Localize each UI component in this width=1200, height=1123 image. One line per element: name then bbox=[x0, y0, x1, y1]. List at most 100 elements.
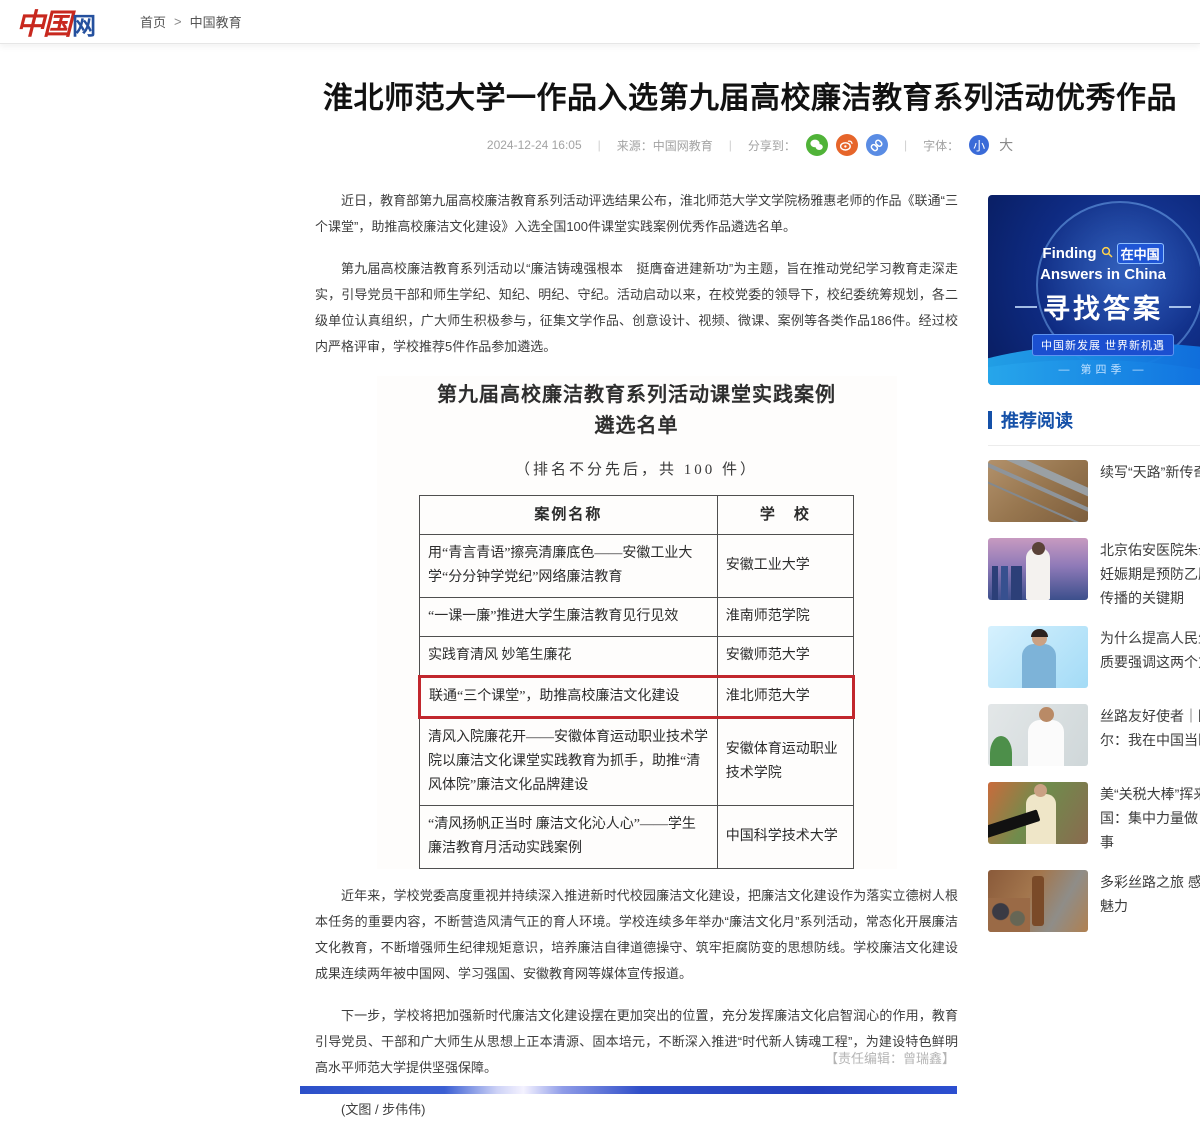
search-icon bbox=[1101, 245, 1113, 262]
school-name: 淮北师范大学 bbox=[717, 677, 853, 718]
logo-cn-text: 中国 bbox=[16, 1, 70, 43]
decor-line bbox=[1015, 306, 1037, 308]
road-graphic bbox=[988, 460, 1088, 502]
table-row: 实践育清风 妙笔生廉花 安徽师范大学 bbox=[420, 637, 854, 677]
person-graphic bbox=[1032, 542, 1045, 555]
table-row: “一课一廉”推进大学生廉洁教育见行见效 淮南师范学院 bbox=[420, 598, 854, 637]
recommend-item[interactable]: 多彩丝路之旅 感受新疆魅力 bbox=[988, 870, 1200, 932]
thumbnail-silkroad-xinjiang bbox=[988, 870, 1088, 932]
col-header-case: 案例名称 bbox=[420, 496, 718, 535]
selection-list-scan-image: 第九届高校廉洁教育系列活动课堂实践案例 遴选名单 （排名不分先后，共 100 件… bbox=[377, 376, 897, 869]
thumbnail-tariff-street bbox=[988, 782, 1088, 844]
meta-divider: | bbox=[898, 138, 913, 152]
decor-line bbox=[1169, 306, 1191, 308]
recommend-item-title: 续写“天路”新传奇 bbox=[1100, 460, 1200, 522]
crowd-graphic bbox=[988, 898, 1030, 932]
font-size-controls: 字体： 小 大 bbox=[923, 135, 1013, 155]
site-header: 中国 网 首页 > 中国教育 bbox=[0, 0, 1200, 44]
scan-title-line2: 遴选名单 bbox=[377, 411, 897, 442]
meta-divider: | bbox=[592, 138, 607, 152]
wechat-share-icon[interactable] bbox=[806, 134, 828, 156]
person-graphic bbox=[1034, 784, 1047, 797]
paragraph: 近日，教育部第九届高校廉洁教育系列活动评选结果公布，淮北师范大学文学院杨雅惠老师… bbox=[315, 188, 958, 240]
paragraph: 近年来，学校党委高度重视并持续深入推进新时代校园廉洁文化建设，把廉洁文化建设作为… bbox=[315, 883, 958, 987]
person-graphic bbox=[1022, 644, 1056, 688]
china-net-logo[interactable]: 中国 网 bbox=[16, 1, 96, 43]
editor-credit: 【责任编辑：曾瑞鑫】 bbox=[315, 1048, 955, 1067]
thumbnail-doctor-clinic bbox=[988, 704, 1088, 766]
sidebar: Finding 在中国 Answers in China 寻找答案 中国新发展 … bbox=[988, 195, 1200, 948]
school-name: 安徽工业大学 bbox=[717, 535, 853, 598]
banner-en-word: Finding bbox=[1042, 245, 1096, 262]
school-name: 安徽师范大学 bbox=[717, 637, 853, 677]
article-meta: 2024-12-24 16:05 | 来源：中国网教育 | 分享到： | 字体：… bbox=[315, 134, 1185, 156]
recommend-item[interactable]: 美“关税大棒”挥来？中国：集中力量做自己的事 bbox=[988, 782, 1200, 854]
divider bbox=[988, 445, 1200, 446]
page-title: 淮北师范大学一作品入选第九届高校廉洁教育系列活动优秀作品 bbox=[315, 80, 1185, 118]
banner-cn-title-text: 寻找答案 bbox=[1043, 287, 1163, 326]
school-name: 安徽体育运动职业技术学院 bbox=[717, 718, 853, 806]
recommend-item[interactable]: 北京佑安医院朱云霞：妊娠期是预防乙肝母婴传播的关键期 bbox=[988, 538, 1200, 610]
paragraph: 第九届高校廉洁教育系列活动以“廉洁铸魂强根本 挺膺奋进建新功”为主题，旨在推动党… bbox=[315, 256, 958, 360]
share-label: 分享到： bbox=[748, 137, 796, 154]
table-row: 用“青言青语”擦亮清廉底色——安徽工业大学“分分钟学党纪”网络廉洁教育 安徽工业… bbox=[420, 535, 854, 598]
selection-table: 案例名称 学 校 用“青言青语”擦亮清廉底色——安徽工业大学“分分钟学党纪”网络… bbox=[418, 495, 855, 869]
breadcrumb-home-link[interactable]: 首页 bbox=[140, 12, 166, 31]
banner-line2: Answers in China bbox=[988, 266, 1200, 283]
school-name: 淮南师范学院 bbox=[717, 598, 853, 637]
recommend-item-title: 为什么提高人民生活品质要强调这两个方面 bbox=[1100, 626, 1200, 688]
recommend-item-title: 北京佑安医院朱云霞：妊娠期是预防乙肝母婴传播的关键期 bbox=[1100, 538, 1200, 610]
banner-season: — 第四季 — bbox=[988, 361, 1200, 377]
thumbnail-tianlu-road bbox=[988, 460, 1088, 522]
font-large-button[interactable]: 大 bbox=[999, 135, 1013, 155]
table-header-row: 案例名称 学 校 bbox=[420, 496, 854, 535]
recommend-item-title: 丝路友好使者｜阿马尔：我在中国当医生 bbox=[1100, 704, 1200, 766]
logo-net-text: 网 bbox=[72, 6, 96, 41]
thumbnail-doctor-cityscape bbox=[988, 538, 1088, 600]
tower-graphic bbox=[1032, 876, 1044, 926]
recommend-item[interactable]: 为什么提高人民生活品质要强调这两个方面 bbox=[988, 626, 1200, 688]
article-body: 近日，教育部第九届高校廉洁教育系列活动评选结果公布，淮北师范大学文学院杨雅惠老师… bbox=[315, 188, 958, 1123]
recommend-item[interactable]: 丝路友好使者｜阿马尔：我在中国当医生 bbox=[988, 704, 1200, 766]
scan-title-line1: 第九届高校廉洁教育系列活动课堂实践案例 bbox=[377, 380, 897, 411]
recommend-title: 推荐阅读 bbox=[1001, 407, 1073, 433]
banner-line1: Finding 在中国 bbox=[988, 243, 1200, 264]
article-header: 淮北师范大学一作品入选第九届高校廉洁教育系列活动优秀作品 2024-12-24 … bbox=[315, 80, 1185, 156]
section-accent-bar bbox=[988, 411, 992, 429]
weibo-share-icon[interactable] bbox=[836, 134, 858, 156]
byline: (文图 / 步伟伟) bbox=[315, 1097, 958, 1123]
case-name: 实践育清风 妙笔生廉花 bbox=[420, 637, 718, 677]
recommend-item-title: 美“关税大棒”挥来？中国：集中力量做自己的事 bbox=[1100, 782, 1200, 854]
banner-cn-chip: 在中国 bbox=[1117, 243, 1164, 264]
person-graphic bbox=[1026, 548, 1050, 600]
table-row: “清风扬帆正当时 廉洁文化沁人心”——学生廉洁教育月活动实践案例 中国科学技术大… bbox=[420, 806, 854, 869]
case-name: 清风入院廉花开——安徽体育运动职业技术学院以廉洁文化课堂实践教育为抓手，助推“清… bbox=[420, 718, 718, 806]
thumbnail-speaker-blue bbox=[988, 626, 1088, 688]
case-name: “一课一廉”推进大学生廉洁教育见行见效 bbox=[420, 598, 718, 637]
highlighted-row: 联通“三个课堂”，助推高校廉洁文化建设 淮北师范大学 bbox=[420, 677, 854, 718]
col-header-school: 学 校 bbox=[717, 496, 853, 535]
city-graphic bbox=[992, 566, 1022, 600]
person-graphic bbox=[1039, 707, 1054, 722]
recommend-section-header: 推荐阅读 bbox=[988, 407, 1200, 433]
share-icon-group bbox=[806, 134, 888, 156]
breadcrumb-separator: > bbox=[174, 14, 182, 29]
plant-graphic bbox=[990, 736, 1012, 766]
case-name: 联通“三个课堂”，助推高校廉洁文化建设 bbox=[420, 677, 718, 718]
case-name: “清风扬帆正当时 廉洁文化沁人心”——学生廉洁教育月活动实践案例 bbox=[420, 806, 718, 869]
table-row: 清风入院廉花开——安徽体育运动职业技术学院以廉洁文化课堂实践教育为抓手，助推“清… bbox=[420, 718, 854, 806]
recommend-item[interactable]: 续写“天路”新传奇 bbox=[988, 460, 1200, 522]
finding-answers-banner[interactable]: Finding 在中国 Answers in China 寻找答案 中国新发展 … bbox=[988, 195, 1200, 385]
person-graphic bbox=[1028, 720, 1064, 766]
link-share-icon[interactable] bbox=[866, 134, 888, 156]
breadcrumb-section-link[interactable]: 中国教育 bbox=[190, 12, 242, 31]
school-name: 中国科学技术大学 bbox=[717, 806, 853, 869]
font-small-button[interactable]: 小 bbox=[969, 135, 989, 155]
banner-cn-title: 寻找答案 bbox=[988, 287, 1200, 326]
paragraph: 下一步，学校将把加强新时代廉洁文化建设摆在更加突出的位置，充分发挥廉洁文化启智润… bbox=[315, 1003, 958, 1081]
banner-tagline: 中国新发展 世界新机遇 bbox=[1032, 334, 1174, 356]
scan-subtitle: （排名不分先后，共 100 件） bbox=[377, 458, 897, 479]
meta-divider: | bbox=[723, 138, 738, 152]
person-graphic bbox=[1031, 629, 1048, 637]
banner-text: Finding 在中国 Answers in China 寻找答案 中国新发展 … bbox=[988, 195, 1200, 377]
